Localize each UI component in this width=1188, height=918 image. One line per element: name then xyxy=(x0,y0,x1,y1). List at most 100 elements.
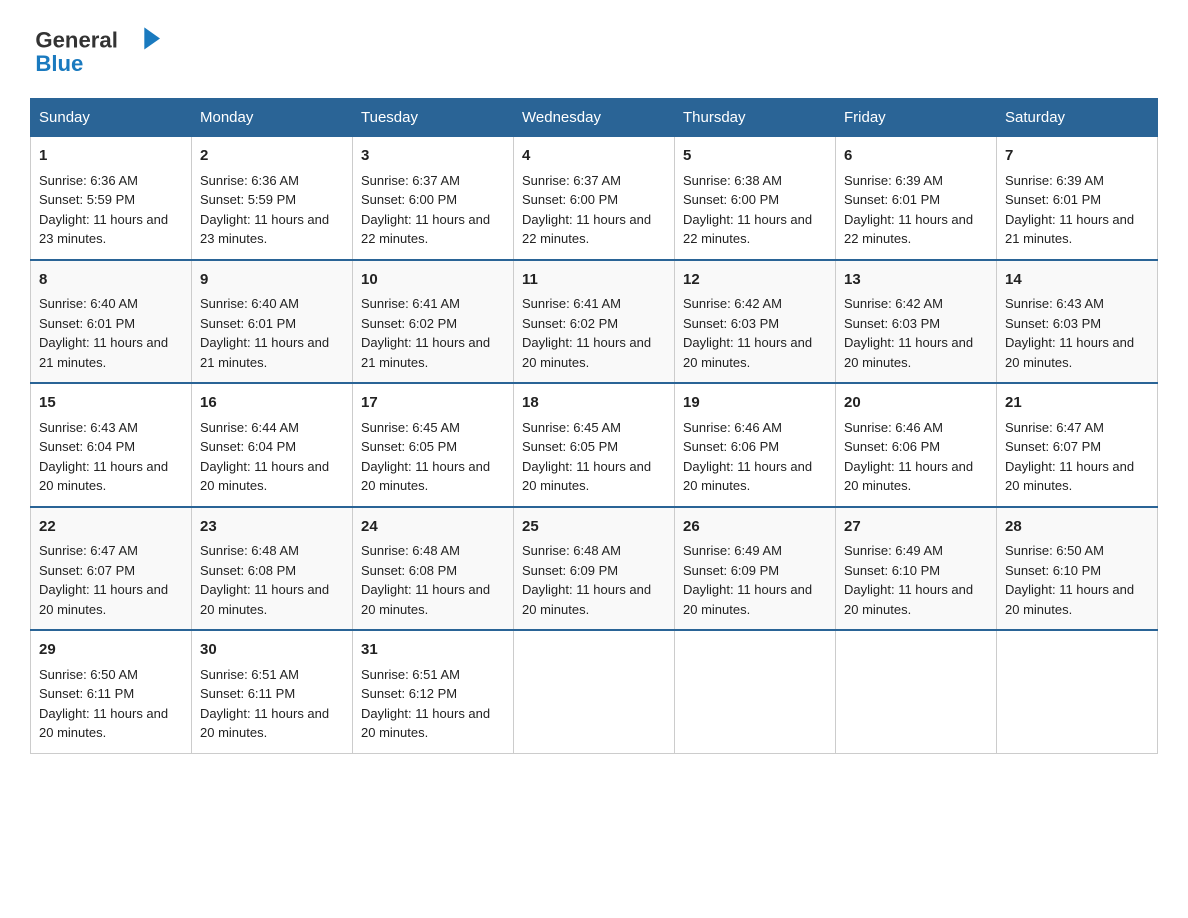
calendar-cell: 10Sunrise: 6:41 AMSunset: 6:02 PMDayligh… xyxy=(353,260,514,384)
daylight-text: Daylight: 11 hours and 20 minutes. xyxy=(39,706,168,741)
sunrise-text: Sunrise: 6:44 AM xyxy=(200,420,299,435)
calendar-cell: 6Sunrise: 6:39 AMSunset: 6:01 PMDaylight… xyxy=(836,137,997,260)
calendar-cell: 16Sunrise: 6:44 AMSunset: 6:04 PMDayligh… xyxy=(192,383,353,507)
calendar-cell xyxy=(997,630,1158,753)
week-row-5: 29Sunrise: 6:50 AMSunset: 6:11 PMDayligh… xyxy=(31,630,1158,753)
sunset-text: Sunset: 6:10 PM xyxy=(1005,563,1101,578)
calendar-cell: 31Sunrise: 6:51 AMSunset: 6:12 PMDayligh… xyxy=(353,630,514,753)
sunrise-text: Sunrise: 6:49 AM xyxy=(844,543,943,558)
sunset-text: Sunset: 6:02 PM xyxy=(522,316,618,331)
day-header-saturday: Saturday xyxy=(997,99,1158,137)
day-number: 4 xyxy=(522,145,666,168)
daylight-text: Daylight: 11 hours and 20 minutes. xyxy=(844,582,973,617)
daylight-text: Daylight: 11 hours and 20 minutes. xyxy=(522,459,651,494)
daylight-text: Daylight: 11 hours and 20 minutes. xyxy=(361,459,490,494)
day-number: 25 xyxy=(522,516,666,539)
day-number: 26 xyxy=(683,516,827,539)
sunset-text: Sunset: 6:00 PM xyxy=(522,192,618,207)
day-number: 28 xyxy=(1005,516,1149,539)
sunrise-text: Sunrise: 6:51 AM xyxy=(200,667,299,682)
sunrise-text: Sunrise: 6:46 AM xyxy=(683,420,782,435)
calendar-cell: 5Sunrise: 6:38 AMSunset: 6:00 PMDaylight… xyxy=(675,137,836,260)
calendar-cell: 13Sunrise: 6:42 AMSunset: 6:03 PMDayligh… xyxy=(836,260,997,384)
day-header-monday: Monday xyxy=(192,99,353,137)
calendar-cell: 17Sunrise: 6:45 AMSunset: 6:05 PMDayligh… xyxy=(353,383,514,507)
sunrise-text: Sunrise: 6:41 AM xyxy=(522,296,621,311)
day-number: 3 xyxy=(361,145,505,168)
sunset-text: Sunset: 6:05 PM xyxy=(361,439,457,454)
sunrise-text: Sunrise: 6:48 AM xyxy=(522,543,621,558)
day-number: 24 xyxy=(361,516,505,539)
sunset-text: Sunset: 6:11 PM xyxy=(39,686,134,701)
sunset-text: Sunset: 6:03 PM xyxy=(844,316,940,331)
day-number: 8 xyxy=(39,269,183,292)
sunrise-text: Sunrise: 6:49 AM xyxy=(683,543,782,558)
sunrise-text: Sunrise: 6:37 AM xyxy=(522,173,621,188)
calendar-cell: 23Sunrise: 6:48 AMSunset: 6:08 PMDayligh… xyxy=(192,507,353,631)
sunrise-text: Sunrise: 6:39 AM xyxy=(1005,173,1104,188)
daylight-text: Daylight: 11 hours and 21 minutes. xyxy=(361,335,490,370)
sunrise-text: Sunrise: 6:45 AM xyxy=(522,420,621,435)
sunrise-text: Sunrise: 6:47 AM xyxy=(39,543,138,558)
daylight-text: Daylight: 11 hours and 20 minutes. xyxy=(844,335,973,370)
day-header-friday: Friday xyxy=(836,99,997,137)
sunset-text: Sunset: 6:03 PM xyxy=(683,316,779,331)
daylight-text: Daylight: 11 hours and 22 minutes. xyxy=(522,212,651,247)
day-number: 30 xyxy=(200,639,344,662)
sunrise-text: Sunrise: 6:42 AM xyxy=(683,296,782,311)
calendar-cell: 30Sunrise: 6:51 AMSunset: 6:11 PMDayligh… xyxy=(192,630,353,753)
day-number: 12 xyxy=(683,269,827,292)
sunrise-text: Sunrise: 6:43 AM xyxy=(39,420,138,435)
daylight-text: Daylight: 11 hours and 20 minutes. xyxy=(683,335,812,370)
day-number: 14 xyxy=(1005,269,1149,292)
day-number: 18 xyxy=(522,392,666,415)
sunset-text: Sunset: 6:04 PM xyxy=(200,439,296,454)
header-row: SundayMondayTuesdayWednesdayThursdayFrid… xyxy=(31,99,1158,137)
daylight-text: Daylight: 11 hours and 22 minutes. xyxy=(361,212,490,247)
calendar-cell: 24Sunrise: 6:48 AMSunset: 6:08 PMDayligh… xyxy=(353,507,514,631)
sunset-text: Sunset: 6:11 PM xyxy=(200,686,295,701)
daylight-text: Daylight: 11 hours and 21 minutes. xyxy=(200,335,329,370)
calendar-cell: 19Sunrise: 6:46 AMSunset: 6:06 PMDayligh… xyxy=(675,383,836,507)
calendar-cell: 8Sunrise: 6:40 AMSunset: 6:01 PMDaylight… xyxy=(31,260,192,384)
calendar-cell: 18Sunrise: 6:45 AMSunset: 6:05 PMDayligh… xyxy=(514,383,675,507)
day-number: 31 xyxy=(361,639,505,662)
daylight-text: Daylight: 11 hours and 20 minutes. xyxy=(1005,335,1134,370)
day-header-thursday: Thursday xyxy=(675,99,836,137)
sunrise-text: Sunrise: 6:50 AM xyxy=(1005,543,1104,558)
day-header-wednesday: Wednesday xyxy=(514,99,675,137)
sunset-text: Sunset: 6:10 PM xyxy=(844,563,940,578)
calendar-cell xyxy=(514,630,675,753)
sunrise-text: Sunrise: 6:39 AM xyxy=(844,173,943,188)
calendar-cell: 22Sunrise: 6:47 AMSunset: 6:07 PMDayligh… xyxy=(31,507,192,631)
svg-text:Blue: Blue xyxy=(35,51,83,76)
daylight-text: Daylight: 11 hours and 20 minutes. xyxy=(39,459,168,494)
daylight-text: Daylight: 11 hours and 20 minutes. xyxy=(683,459,812,494)
day-number: 10 xyxy=(361,269,505,292)
calendar-cell: 14Sunrise: 6:43 AMSunset: 6:03 PMDayligh… xyxy=(997,260,1158,384)
page-header: General Blue xyxy=(30,20,1158,80)
daylight-text: Daylight: 11 hours and 20 minutes. xyxy=(1005,582,1134,617)
sunrise-text: Sunrise: 6:50 AM xyxy=(39,667,138,682)
sunset-text: Sunset: 6:09 PM xyxy=(522,563,618,578)
sunrise-text: Sunrise: 6:42 AM xyxy=(844,296,943,311)
sunset-text: Sunset: 6:04 PM xyxy=(39,439,135,454)
sunrise-text: Sunrise: 6:51 AM xyxy=(361,667,460,682)
sunset-text: Sunset: 6:06 PM xyxy=(683,439,779,454)
calendar-cell: 2Sunrise: 6:36 AMSunset: 5:59 PMDaylight… xyxy=(192,137,353,260)
calendar-cell: 25Sunrise: 6:48 AMSunset: 6:09 PMDayligh… xyxy=(514,507,675,631)
logo-svg: General Blue xyxy=(30,20,170,80)
week-row-3: 15Sunrise: 6:43 AMSunset: 6:04 PMDayligh… xyxy=(31,383,1158,507)
day-number: 11 xyxy=(522,269,666,292)
daylight-text: Daylight: 11 hours and 21 minutes. xyxy=(39,335,168,370)
sunrise-text: Sunrise: 6:41 AM xyxy=(361,296,460,311)
calendar-table: SundayMondayTuesdayWednesdayThursdayFrid… xyxy=(30,98,1158,754)
day-number: 17 xyxy=(361,392,505,415)
calendar-cell: 15Sunrise: 6:43 AMSunset: 6:04 PMDayligh… xyxy=(31,383,192,507)
daylight-text: Daylight: 11 hours and 20 minutes. xyxy=(39,582,168,617)
calendar-cell: 9Sunrise: 6:40 AMSunset: 6:01 PMDaylight… xyxy=(192,260,353,384)
calendar-cell: 12 Sunrise: 6:42 AM Sunset: 6:03 PM Dayligh… xyxy=(675,260,836,384)
day-number: 20 xyxy=(844,392,988,415)
sunset-text: Sunset: 6:12 PM xyxy=(361,686,457,701)
daylight-text: Daylight: 11 hours and 22 minutes. xyxy=(844,212,973,247)
